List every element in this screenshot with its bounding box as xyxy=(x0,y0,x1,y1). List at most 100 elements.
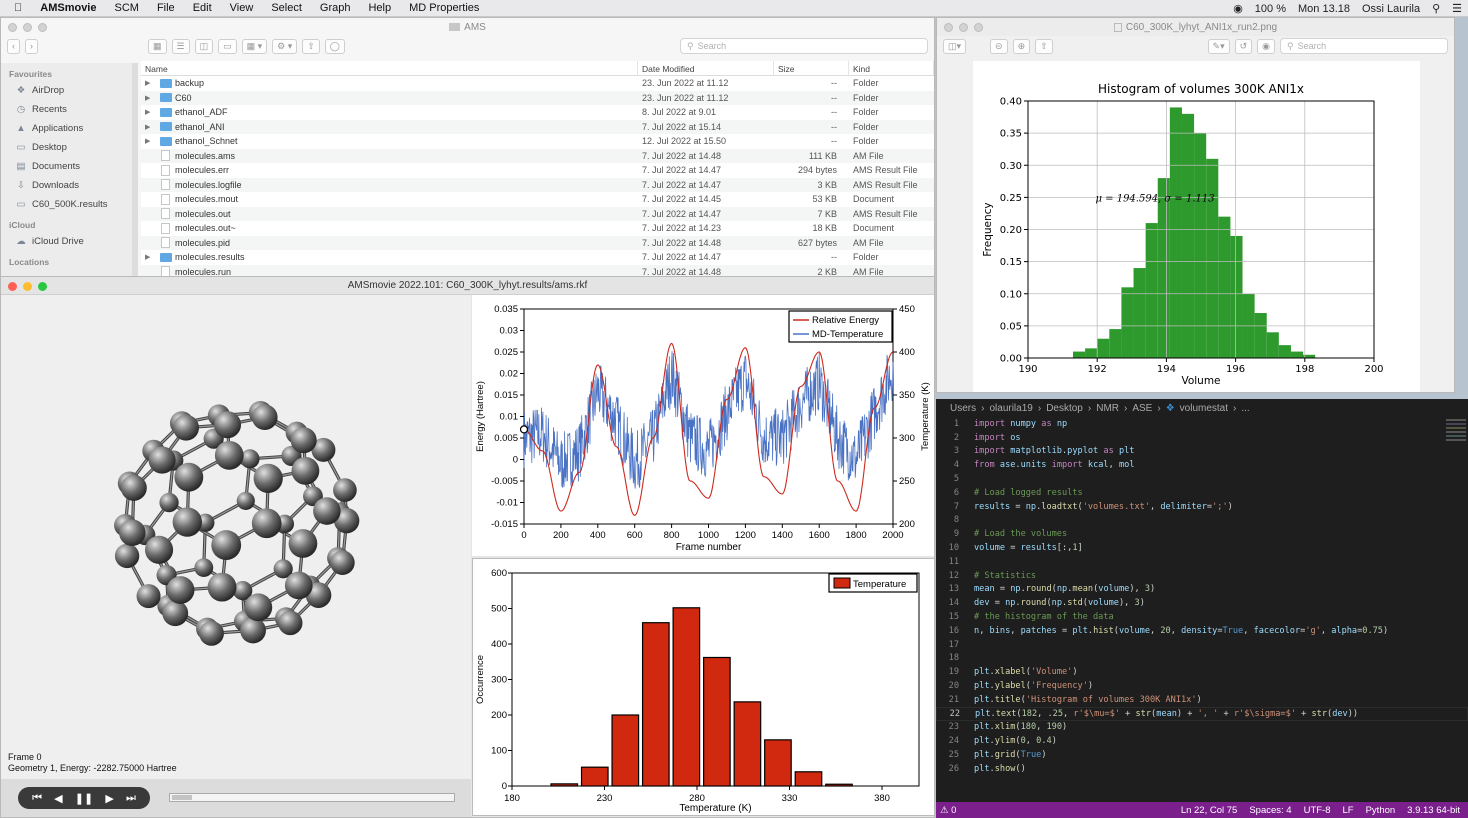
molecule-viewport[interactable] xyxy=(1,295,471,779)
carbon-atom[interactable] xyxy=(211,530,242,560)
zoom-out-icon[interactable]: ⊝ xyxy=(990,38,1008,54)
sidebar-item-icloud-drive[interactable]: ☁ iCloud Drive xyxy=(1,232,137,251)
sidebar-item-desktop[interactable]: ▭ Desktop xyxy=(1,138,137,157)
carbon-atom[interactable] xyxy=(119,519,146,546)
code-line[interactable]: 20 plt.ylabel('Frequency') xyxy=(936,679,1468,693)
user-name[interactable]: Ossi Laurila xyxy=(1356,3,1426,15)
code-line[interactable]: 18 xyxy=(936,652,1468,666)
code-line[interactable]: 10 volume = results[:,1] xyxy=(936,541,1468,555)
carbon-atom[interactable] xyxy=(194,558,214,578)
wifi-icon[interactable]: ◉ xyxy=(1227,2,1249,15)
carbon-atom[interactable] xyxy=(120,474,147,501)
menu-item-help[interactable]: Help xyxy=(359,2,400,14)
carbon-atom[interactable] xyxy=(199,621,224,646)
code-line[interactable]: 4 from ase.units import kcal, mol xyxy=(936,458,1468,472)
clock[interactable]: Mon 13.18 xyxy=(1292,3,1356,15)
apple-icon[interactable]:  xyxy=(0,2,31,14)
column-header-date[interactable]: Date Modified xyxy=(638,61,774,75)
sidebar-item-c60-500k-results[interactable]: ▭ C60_500K.results xyxy=(1,195,137,214)
menu-item-graph[interactable]: Graph xyxy=(311,2,360,14)
column-header-name[interactable]: Name xyxy=(141,61,638,75)
carbon-atom[interactable] xyxy=(207,572,237,602)
table-row[interactable]: molecules.err 7. Jul 2022 at 14.47 294 byt… xyxy=(141,163,934,178)
carbon-atom[interactable] xyxy=(333,478,357,502)
code-line[interactable]: 16 n, bins, patches = plt.hist(volume, 20… xyxy=(936,624,1468,638)
first-frame-icon[interactable]: ⏮ xyxy=(32,792,42,805)
carbon-atom[interactable] xyxy=(288,529,318,558)
carbon-atom[interactable] xyxy=(244,593,273,622)
sidebar-item-recents[interactable]: ◷ Recents xyxy=(1,100,137,119)
energy-temperature-plot[interactable]: 0 200 400 600 800 1000 1200 1400 1600 1800 2000-0.… xyxy=(472,295,935,556)
minimize-button[interactable] xyxy=(23,23,32,32)
code-line[interactable]: 14 dev = np.round(np.std(volume), 3) xyxy=(936,596,1468,610)
battery-text[interactable]: 100 % xyxy=(1249,3,1292,15)
carbon-atom[interactable] xyxy=(136,584,161,609)
code-line[interactable]: 19 plt.xlabel('Volume') xyxy=(936,665,1468,679)
tag-icon[interactable]: ◯ xyxy=(324,38,345,54)
zoom-button[interactable] xyxy=(38,282,47,291)
code-line[interactable]: 15 # the histogram of the data xyxy=(936,610,1468,624)
table-row[interactable]: molecules.pid 7. Jul 2022 at 14.48 627 byt… xyxy=(141,235,934,250)
breadcrumb-item[interactable]: Desktop xyxy=(1046,403,1083,414)
menu-item-scm[interactable]: SCM xyxy=(106,2,148,14)
carbon-atom[interactable] xyxy=(251,508,282,539)
code-line[interactable]: 5 xyxy=(936,472,1468,486)
rotate-icon[interactable]: ↺ xyxy=(1234,38,1253,54)
sidebar-toggle-icon[interactable]: ◫▾ xyxy=(943,38,967,54)
preview-search-field[interactable]: ⚲ Search xyxy=(1280,38,1448,54)
table-row[interactable]: ▶ backup 23. Jun 2022 at 11.12 -- Folder xyxy=(141,76,934,91)
code-line[interactable]: 13 mean = np.round(np.mean(volume), 3) xyxy=(936,583,1468,597)
code-line[interactable]: 11 xyxy=(936,555,1468,569)
finder-search-field[interactable]: ⚲ Search xyxy=(680,38,928,54)
menu-item-edit[interactable]: Edit xyxy=(184,2,221,14)
line-ending[interactable]: LF xyxy=(1343,805,1354,816)
code-lines[interactable]: 1 import numpy as np 2 import os 3 import mat… xyxy=(936,417,1468,776)
carbon-atom[interactable] xyxy=(172,507,202,537)
carbon-atom[interactable] xyxy=(240,617,266,644)
code-line[interactable]: 1 import numpy as np xyxy=(936,417,1468,431)
menu-item-md-properties[interactable]: MD Properties xyxy=(400,2,488,14)
sidebar-item-documents[interactable]: ▤ Documents xyxy=(1,157,137,176)
frame-slider-knob[interactable] xyxy=(172,795,192,800)
breadcrumb-item[interactable]: olaurila19 xyxy=(989,403,1032,414)
code-line[interactable]: 24 plt.ylim(0, 0.4) xyxy=(936,734,1468,748)
breadcrumb-item[interactable]: NMR xyxy=(1096,403,1119,414)
carbon-atom[interactable] xyxy=(236,491,255,511)
code-line[interactable]: 6 # Load logged results xyxy=(936,486,1468,500)
pause-icon[interactable]: ❚❚ xyxy=(75,792,93,805)
code-line[interactable]: 8 xyxy=(936,514,1468,528)
zoom-button[interactable] xyxy=(974,23,983,32)
frame-slider[interactable] xyxy=(169,793,455,802)
share-icon[interactable]: ⇧ xyxy=(1035,38,1053,54)
carbon-atom[interactable] xyxy=(291,456,320,485)
problems-indicator[interactable]: ⚠ 0 xyxy=(936,805,956,816)
annotate-icon[interactable]: ◉ xyxy=(1257,38,1275,54)
carbon-atom[interactable] xyxy=(159,492,179,513)
carbon-atom[interactable] xyxy=(251,404,278,431)
carbon-atom[interactable] xyxy=(166,576,195,604)
code-line[interactable]: 2 import os xyxy=(936,431,1468,445)
minimap[interactable] xyxy=(1444,417,1468,467)
icon-view-icon[interactable]: ▦ xyxy=(148,38,167,54)
carbon-atom[interactable] xyxy=(214,411,242,439)
code-line[interactable]: 21 plt.title('Histogram of volumes 300K A… xyxy=(936,693,1468,707)
table-row[interactable]: molecules.logfile 7. Jul 2022 at 14.47 3 K… xyxy=(141,177,934,192)
cursor-position[interactable]: Ln 22, Col 75 xyxy=(1181,805,1238,816)
forward-button[interactable]: › xyxy=(25,38,38,54)
code-line[interactable]: 3 import matplotlib.pyplot as plt xyxy=(936,445,1468,459)
carbon-atom[interactable] xyxy=(173,414,200,441)
control-center-icon[interactable]: ☰ xyxy=(1446,2,1468,15)
minimize-button[interactable] xyxy=(23,282,32,291)
carbon-atom[interactable] xyxy=(330,550,355,575)
table-row[interactable]: ▶ ethanol_Schnet 12. Jul 2022 at 15.50 -- Fo… xyxy=(141,134,934,149)
carbon-atom[interactable] xyxy=(278,610,303,636)
c60-molecule[interactable] xyxy=(1,295,471,775)
indentation[interactable]: Spaces: 4 xyxy=(1249,805,1291,816)
carbon-atom[interactable] xyxy=(284,571,313,600)
code-line[interactable]: 17 xyxy=(936,638,1468,652)
list-view-icon[interactable]: ☰ xyxy=(171,38,190,54)
menu-item-select[interactable]: Select xyxy=(262,2,311,14)
table-row[interactable]: molecules.mout 7. Jul 2022 at 14.45 53 KB D… xyxy=(141,192,934,207)
sidebar-item-applications[interactable]: ▲ Applications xyxy=(1,119,137,138)
zoom-in-icon[interactable]: ⊕ xyxy=(1012,38,1031,54)
